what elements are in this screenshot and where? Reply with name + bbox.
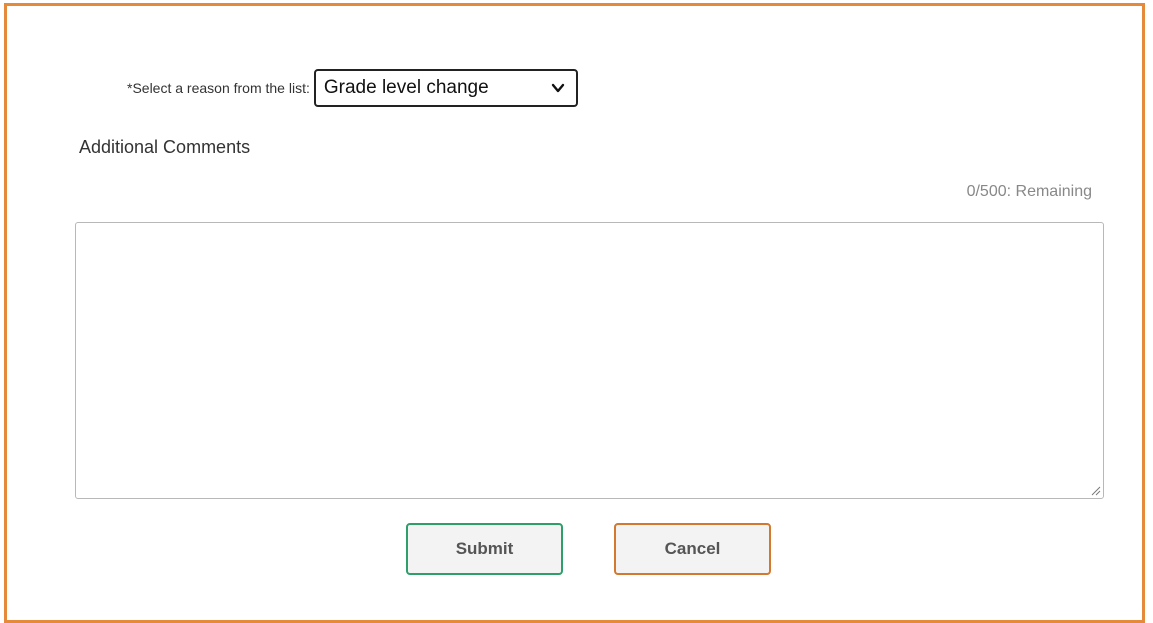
resize-grip-icon[interactable] bbox=[1089, 484, 1101, 496]
chevron-down-icon bbox=[551, 83, 565, 93]
reason-select[interactable]: Grade level change bbox=[313, 69, 578, 107]
cancel-button[interactable]: Cancel bbox=[614, 523, 771, 575]
submit-button[interactable]: Submit bbox=[406, 523, 563, 575]
form-panel: *Select a reason from the list: Grade le… bbox=[4, 3, 1145, 623]
reason-row: *Select a reason from the list: Grade le… bbox=[127, 69, 578, 107]
comments-heading: Additional Comments bbox=[79, 137, 251, 157]
char-counter: 0/500: Remaining bbox=[966, 183, 1092, 200]
reason-select-value: Grade level change bbox=[323, 77, 489, 98]
reason-label: *Select a reason from the list: bbox=[127, 80, 310, 96]
comments-textarea[interactable] bbox=[75, 222, 1104, 499]
